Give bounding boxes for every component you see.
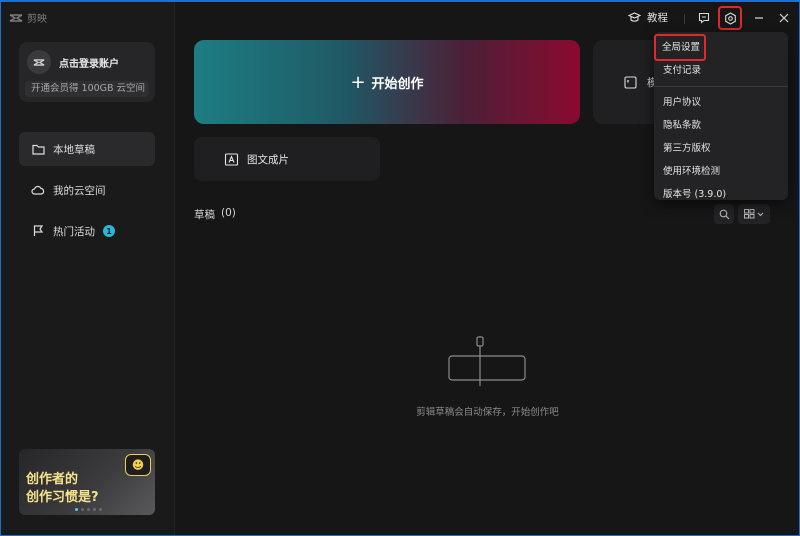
feedback-button[interactable] bbox=[694, 8, 714, 28]
empty-drafts-hint: 剪辑草稿会自动保存，开始创作吧 bbox=[416, 407, 559, 418]
flag-icon bbox=[31, 224, 45, 238]
account-card[interactable]: 点击登录账户 开通会员得 100GB 云空间 bbox=[19, 42, 155, 102]
promo-text: 创作者的 创作习惯是? bbox=[26, 471, 99, 507]
template-button[interactable]: 模 bbox=[593, 40, 663, 124]
promo-line-1: 创作者的 bbox=[26, 472, 79, 487]
carousel-dot[interactable] bbox=[81, 508, 84, 511]
sidebar-item-label: 我的云空间 bbox=[53, 184, 106, 197]
feedback-icon bbox=[698, 12, 710, 24]
minimize-icon bbox=[755, 17, 763, 19]
gear-icon bbox=[724, 11, 736, 25]
app-logo: 剪映 bbox=[9, 10, 47, 25]
folder-icon bbox=[31, 142, 45, 156]
minimize-button[interactable] bbox=[749, 8, 769, 28]
carousel-dot[interactable] bbox=[87, 508, 90, 511]
image-text-video-button[interactable]: 图文成片 bbox=[194, 137, 380, 181]
app-logo-text: 剪映 bbox=[27, 14, 47, 25]
search-icon bbox=[719, 209, 729, 219]
drafts-header: 草稿 (0) bbox=[194, 207, 236, 222]
menu-item-version[interactable]: 版本号 (3.9.0) bbox=[654, 183, 788, 206]
close-icon bbox=[779, 13, 789, 23]
login-link[interactable]: 点击登录账户 bbox=[59, 55, 119, 70]
member-hint[interactable]: 开通会员得 100GB 云空间 bbox=[25, 81, 149, 97]
emoji-face-icon: ☻ bbox=[125, 454, 151, 476]
carousel-dot[interactable] bbox=[93, 508, 96, 511]
menu-item-environment-check[interactable]: 使用环境检测 bbox=[654, 160, 788, 183]
title-bar: 教程 bbox=[176, 2, 799, 36]
menu-divider bbox=[654, 86, 788, 87]
settings-button[interactable] bbox=[718, 6, 742, 30]
close-button[interactable] bbox=[774, 8, 794, 28]
chevron-down-icon bbox=[757, 212, 764, 216]
capcut-logo-icon bbox=[9, 13, 23, 22]
sidebar-nav: 本地草稿 我的云空间 热门活动 1 bbox=[19, 132, 155, 255]
menu-item-user-agreement[interactable]: 用户协议 bbox=[654, 91, 788, 114]
drafts-count: (0) bbox=[221, 207, 236, 219]
start-creation-button[interactable]: + 开始创作 bbox=[194, 40, 580, 124]
sidebar-item-cloud-space[interactable]: 我的云空间 bbox=[19, 173, 155, 207]
toolbar-divider bbox=[684, 14, 685, 24]
graduation-cap-icon bbox=[628, 12, 641, 22]
empty-drafts-illustration bbox=[448, 336, 526, 386]
draft-search-button[interactable] bbox=[714, 204, 734, 224]
app-window: 剪映 点击登录账户 开通会员得 100GB 云空间 本地草稿 我的云空间 热门活… bbox=[0, 0, 800, 536]
promo-line-2: 创作习惯是? bbox=[26, 490, 99, 505]
image-text-video-label: 图文成片 bbox=[247, 153, 289, 166]
cloud-icon bbox=[31, 183, 45, 197]
image-text-icon bbox=[224, 152, 239, 166]
carousel-dot[interactable] bbox=[99, 508, 102, 511]
avatar[interactable] bbox=[27, 50, 51, 74]
notification-badge: 1 bbox=[103, 225, 115, 237]
menu-item-global-settings[interactable]: 全局设置 bbox=[654, 34, 706, 61]
carousel-dots[interactable] bbox=[75, 508, 102, 511]
view-mode-toggle[interactable] bbox=[738, 204, 770, 224]
tutorial-button[interactable]: 教程 bbox=[628, 10, 668, 25]
menu-item-payment-records[interactable]: 支付记录 bbox=[654, 59, 788, 82]
settings-menu: 全局设置 支付记录 用户协议 隐私条款 第三方版权 使用环境检测 版本号 (3.… bbox=[654, 32, 788, 200]
carousel-dot[interactable] bbox=[75, 508, 78, 511]
sidebar-item-hot-events[interactable]: 热门活动 1 bbox=[19, 214, 155, 248]
grid-view-icon bbox=[744, 209, 755, 219]
start-creation-label: 开始创作 bbox=[371, 76, 424, 92]
menu-item-privacy-policy[interactable]: 隐私条款 bbox=[654, 114, 788, 137]
tutorial-label: 教程 bbox=[647, 12, 668, 24]
capcut-avatar-icon bbox=[33, 58, 45, 66]
sidebar-item-local-drafts[interactable]: 本地草稿 bbox=[19, 132, 155, 166]
promo-banner[interactable]: ☻ 创作者的 创作习惯是? bbox=[19, 449, 155, 515]
drafts-title: 草稿 bbox=[194, 209, 215, 221]
sidebar-item-label: 热门活动 bbox=[53, 225, 95, 238]
template-icon bbox=[624, 75, 637, 89]
sidebar: 剪映 点击登录账户 开通会员得 100GB 云空间 本地草稿 我的云空间 热门活… bbox=[1, 2, 175, 535]
plus-icon: + bbox=[350, 71, 366, 93]
menu-item-third-party-copyright[interactable]: 第三方版权 bbox=[654, 137, 788, 160]
sidebar-item-label: 本地草稿 bbox=[53, 143, 95, 156]
